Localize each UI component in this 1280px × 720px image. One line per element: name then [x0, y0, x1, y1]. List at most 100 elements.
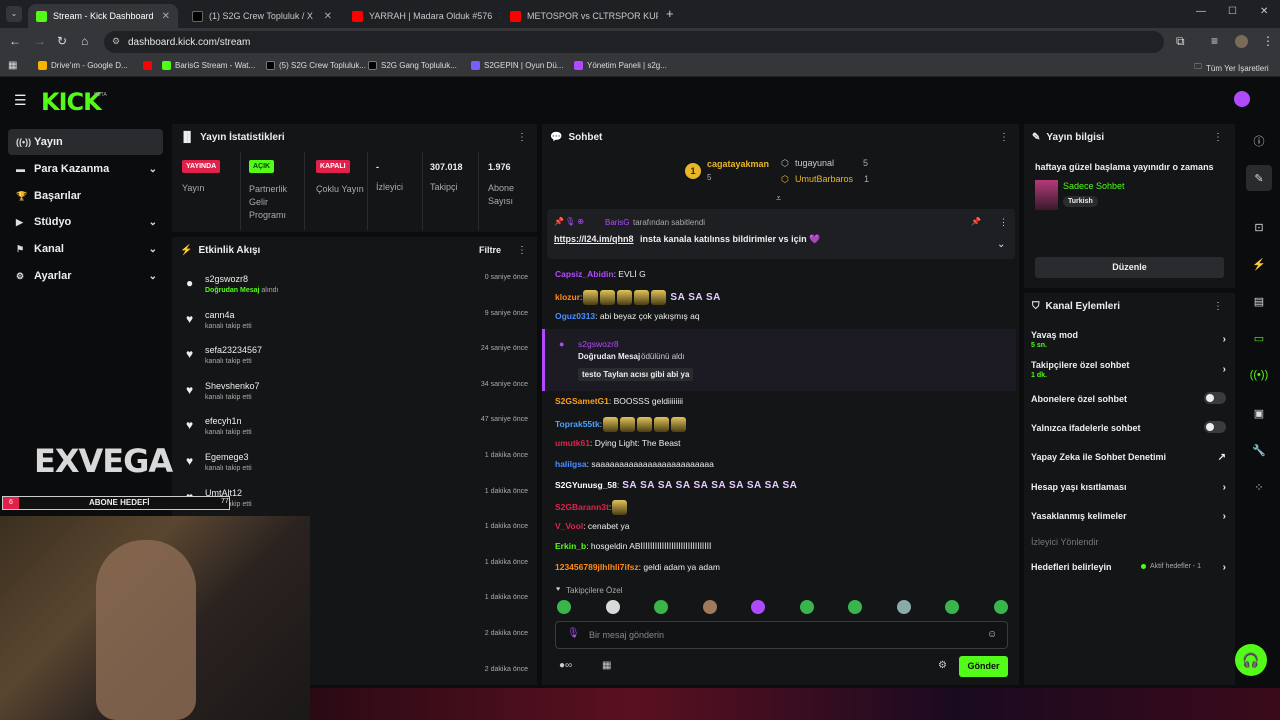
filter-button[interactable]: Filtre [479, 245, 501, 255]
minimize-icon[interactable]: — [1196, 6, 1206, 17]
pinned-by-user[interactable]: BarisG [605, 218, 629, 227]
emoji-picker-icon[interactable]: ☺ [987, 629, 997, 640]
back-icon[interactable]: ← [9, 34, 21, 48]
chat-input[interactable]: 🎙 Bir mesaj gönderin ☺ [555, 621, 1008, 649]
chat-settings-icon[interactable]: ⚙ [938, 660, 947, 671]
dm-user[interactable]: s2gswozr8 [578, 339, 619, 349]
activity-user[interactable]: efecyh1n [205, 416, 242, 426]
close-tab-icon[interactable]: ✕ [162, 11, 170, 22]
chat-username[interactable]: Erkin_b [555, 541, 586, 551]
pinned-link[interactable]: https://l24.im/qhn8 [554, 234, 634, 244]
channel-action[interactable]: Abonelere özel sohbet [1031, 392, 1226, 404]
browser-tab[interactable]: YARRAH | Madara Olduk #576 ✕ [344, 4, 500, 28]
chat-username[interactable]: halilgsa [555, 459, 587, 469]
bookmark-item[interactable]: Yönetim Paneli | s2g... [574, 61, 667, 70]
quick-emote-icon[interactable] [848, 600, 862, 614]
channel-action[interactable]: Yalnızca ifadelerle sohbet [1031, 421, 1226, 433]
apps-grid-icon[interactable]: ▦ [8, 60, 17, 71]
quick-emote-icon[interactable] [799, 600, 814, 614]
quick-emote-icon[interactable] [557, 600, 571, 614]
bookmark-item[interactable]: BarisG Stream - Wat... [162, 61, 255, 70]
chat-username[interactable]: Capsiz_Abidin [555, 269, 614, 279]
browser-tab[interactable]: Stream - Kick Dashboard ✕ [28, 4, 178, 28]
camera-icon[interactable]: ▣ [1246, 400, 1272, 426]
sidebar-item-para-kazanma[interactable]: ▬ Para Kazanma ⌄ [8, 156, 163, 182]
expand-leaderboard-icon[interactable]: ⩡ [776, 193, 781, 204]
close-window-icon[interactable]: ✕ [1260, 6, 1268, 17]
sidebar-item-basarilar[interactable]: 🏆 Başarılar [8, 183, 163, 209]
maximize-icon[interactable]: ☐ [1228, 6, 1237, 17]
hamburger-menu-icon[interactable]: ☰ [14, 92, 27, 109]
toggle-switch[interactable] [1204, 421, 1226, 433]
extensions-icon[interactable]: ⧉ [1176, 34, 1185, 49]
chat-icon[interactable]: ▭ [1246, 325, 1272, 351]
chat-username[interactable]: S2GYunusg_58 [555, 480, 617, 490]
tab-search-icon[interactable]: ⌄ [6, 6, 22, 22]
quick-emote-icon[interactable] [702, 600, 717, 614]
reload-icon[interactable]: ↻ [57, 34, 67, 48]
chat-username[interactable]: 123456789jlhlhli7ifsz [555, 562, 639, 572]
send-button[interactable]: Gönder [959, 656, 1008, 677]
quick-emote-icon[interactable] [654, 600, 668, 614]
browser-tab[interactable]: METOSPOR vs CLTRSPOR KUPA ✕ [502, 4, 658, 28]
address-bar[interactable]: ⚙ dashboard.kick.com/stream [104, 31, 1164, 53]
channel-action[interactable]: Yavaş mod 5 sn. › [1031, 330, 1226, 349]
quick-emote-icon[interactable] [945, 600, 959, 614]
channel-action[interactable]: Takipçilere özel sohbet 1 dk. › [1031, 360, 1226, 379]
leader-name[interactable]: tugayunal [795, 158, 834, 168]
unpin-icon[interactable]: 📌 [971, 217, 981, 226]
channel-action[interactable]: Hesap yaşı kısıtlaması › [1031, 482, 1226, 493]
set-goals[interactable]: Hedefleri belirleyin Aktif hedefler - 1 … [1031, 562, 1226, 573]
user-avatar[interactable] [1234, 91, 1250, 107]
activity-user[interactable]: Shevshenko7 [205, 381, 260, 391]
panel-menu-icon[interactable]: ⋮ [1213, 132, 1223, 143]
bookmark-item[interactable]: (5) S2G Crew Topluluk... [266, 61, 366, 70]
bookmark-item[interactable]: Drive'ım - Google D... [38, 61, 128, 70]
leader-name[interactable]: cagatayakman [707, 159, 769, 169]
site-info-icon[interactable]: ⚙ [112, 36, 120, 47]
edit-button[interactable]: Düzenle [1035, 257, 1224, 278]
bookmark-item[interactable]: S2G Gang Topluluk... [368, 61, 457, 70]
edit-icon[interactable]: ✎ [1246, 165, 1272, 191]
kick-logo[interactable]: KICK [41, 88, 102, 116]
profile-avatar-icon[interactable] [1235, 35, 1248, 48]
bookmark-item[interactable]: S2GEPIN | Oyun Dü... [471, 61, 563, 70]
panel-menu-icon[interactable]: ⋮ [999, 132, 1009, 143]
category-name[interactable]: Sadece Sohbet [1063, 181, 1125, 191]
menu-kebab-icon[interactable]: ⋮ [1262, 34, 1274, 48]
clipboard-icon[interactable]: ▤ [1246, 288, 1272, 314]
mic-icon[interactable]: 🎙 [567, 628, 580, 639]
browser-tab[interactable]: (1) S2G Crew Topluluk / X ✕ [184, 4, 340, 28]
activity-user[interactable]: sefa23234567 [205, 345, 262, 355]
chat-username[interactable]: umutk61 [555, 438, 590, 448]
close-tab-icon[interactable]: ✕ [498, 11, 500, 22]
bookmark-item[interactable] [143, 61, 156, 70]
chat-username[interactable]: V_Vool [555, 521, 583, 531]
sidebar-item-kanal[interactable]: ⚑ Kanal ⌄ [8, 236, 163, 262]
sidebar-item-yayin[interactable]: ((•)) Yayın [8, 129, 163, 155]
activity-user[interactable]: cann4a [205, 310, 235, 320]
pinned-menu-icon[interactable]: ⋮ [999, 217, 1008, 228]
lightning-icon[interactable]: ⚡ [1246, 251, 1272, 277]
channel-action[interactable]: Yasaklanmış kelimeler › [1031, 511, 1226, 522]
activity-user[interactable]: s2gswozr8 [205, 274, 248, 284]
support-button[interactable]: 🎧 [1235, 644, 1267, 676]
chat-username[interactable]: Toprak55tk [555, 419, 600, 429]
toggle-switch[interactable] [1204, 392, 1226, 404]
panel-menu-icon[interactable]: ⋮ [517, 245, 527, 256]
panel-menu-icon[interactable]: ⋮ [1213, 301, 1223, 312]
sidebar-item-ayarlar[interactable]: ⚙ Ayarlar ⌄ [8, 263, 163, 289]
media-icon[interactable]: ≡ [1211, 34, 1218, 48]
quick-emote-icon[interactable] [896, 600, 911, 614]
quick-emote-icon[interactable] [751, 600, 765, 614]
capture-icon[interactable]: ⊡ [1246, 214, 1272, 240]
quick-emote-icon[interactable] [993, 600, 1008, 614]
home-icon[interactable]: ⌂ [81, 34, 88, 48]
panel-menu-icon[interactable]: ⋮ [517, 132, 527, 143]
quick-emote-icon[interactable] [605, 600, 620, 614]
all-bookmarks[interactable]: 🗀 Tüm Yer İşaretleri [1194, 61, 1269, 75]
info-icon[interactable]: ⓘ [1246, 128, 1272, 154]
points-icon[interactable]: ●∞ [559, 660, 572, 671]
broadcast-icon[interactable]: ((•)) [1246, 362, 1272, 388]
chat-username[interactable]: klozur [555, 292, 580, 302]
